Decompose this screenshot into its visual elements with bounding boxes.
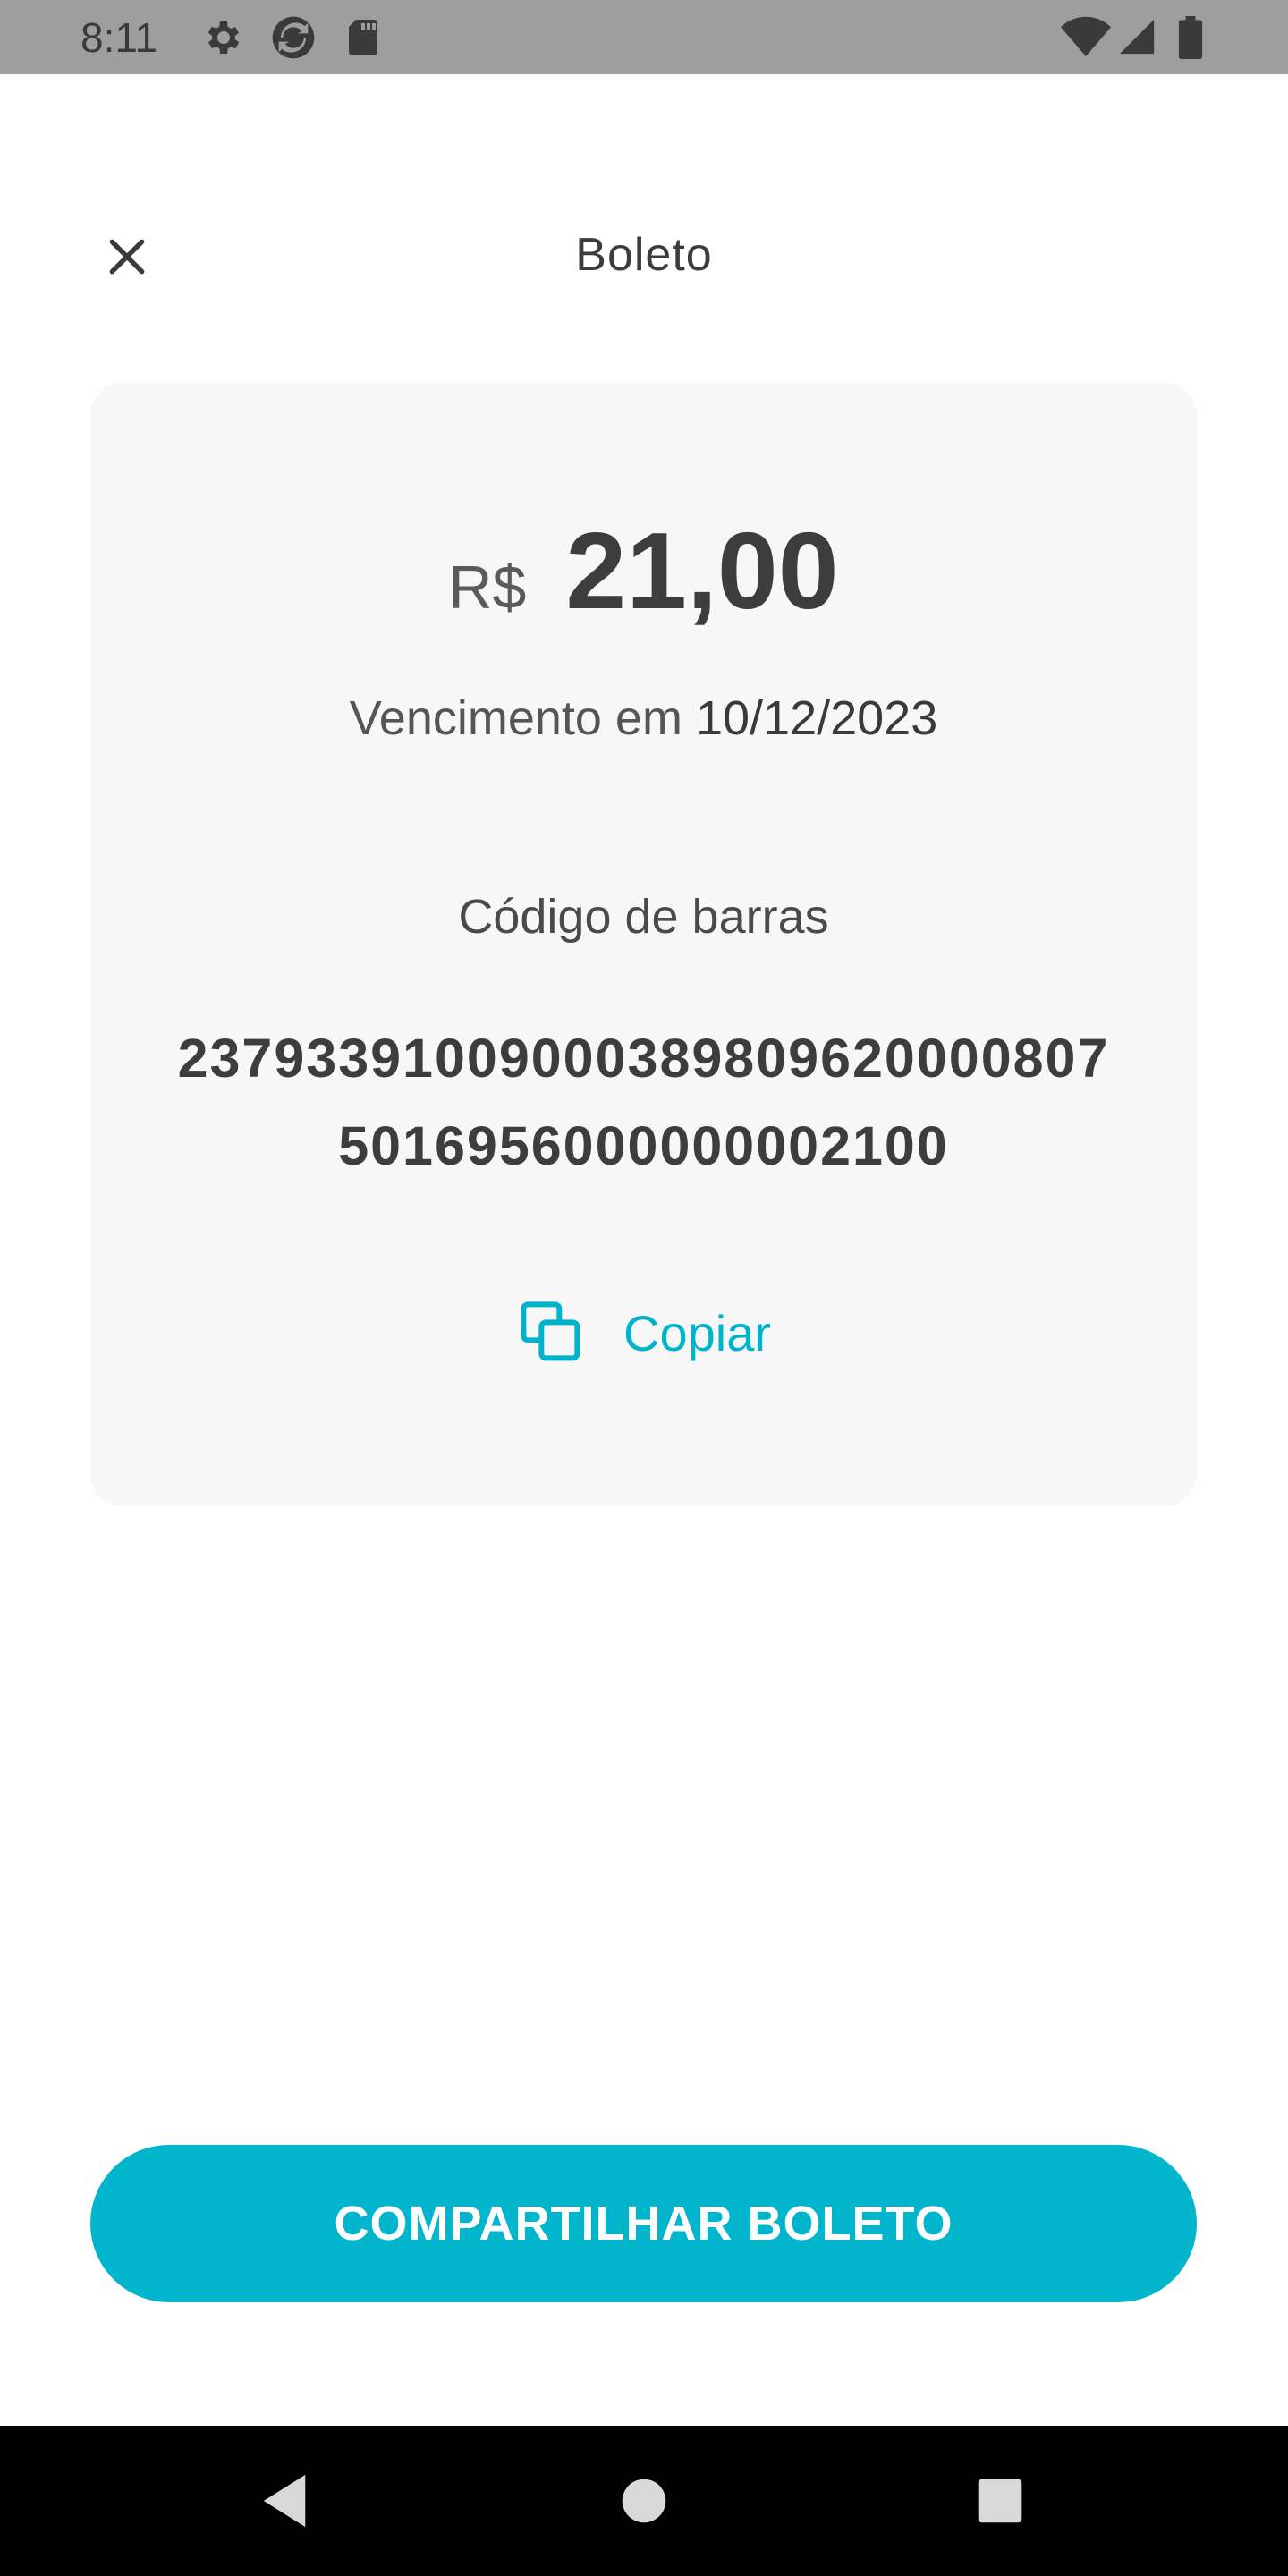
battery-icon — [1178, 16, 1203, 59]
navigation-bar — [0, 2426, 1288, 2576]
gear-icon — [208, 21, 240, 54]
home-button[interactable] — [608, 2465, 680, 2537]
sd-card-icon — [349, 20, 377, 55]
page-title: Boleto — [575, 229, 713, 281]
sync-icon — [272, 16, 315, 59]
back-icon — [263, 2474, 306, 2528]
status-time: 8:11 — [80, 14, 158, 61]
home-icon — [622, 2479, 666, 2523]
recents-button[interactable] — [964, 2465, 1036, 2537]
copy-button[interactable]: Copiar — [90, 1297, 1197, 1368]
amount-row: R$ 21,00 — [90, 508, 1197, 633]
copy-icon — [521, 1301, 580, 1361]
barcode-line-2: 5016956000000002100 — [338, 1115, 949, 1176]
barcode-label: Código de barras — [458, 890, 829, 944]
barcode-line-1: 23793391009000389809620000807 — [177, 1028, 1110, 1089]
app-header: Boleto — [0, 179, 1288, 331]
wifi-icon — [1061, 16, 1111, 57]
boleto-card: R$ 21,00 Vencimento em 10/12/2023 Código… — [90, 383, 1197, 1506]
back-button[interactable] — [249, 2465, 320, 2537]
status-bar: 8:11 — [0, 0, 1288, 74]
copy-label: Copiar — [623, 1304, 771, 1361]
amount-value: 21,00 — [565, 510, 839, 631]
recents-icon — [978, 2479, 1022, 2523]
due-date-row: Vencimento em 10/12/2023 — [90, 687, 1197, 750]
barcode-number: 23793391009000389809620000807 5016956000… — [126, 1014, 1161, 1190]
due-date-prefix: Vencimento em — [349, 691, 682, 745]
signal-icon — [1119, 19, 1155, 55]
due-date-value: 10/12/2023 — [695, 691, 938, 745]
currency-symbol: R$ — [448, 554, 527, 622]
share-boleto-button[interactable]: COMPARTILHAR BOLETO — [90, 2145, 1197, 2302]
